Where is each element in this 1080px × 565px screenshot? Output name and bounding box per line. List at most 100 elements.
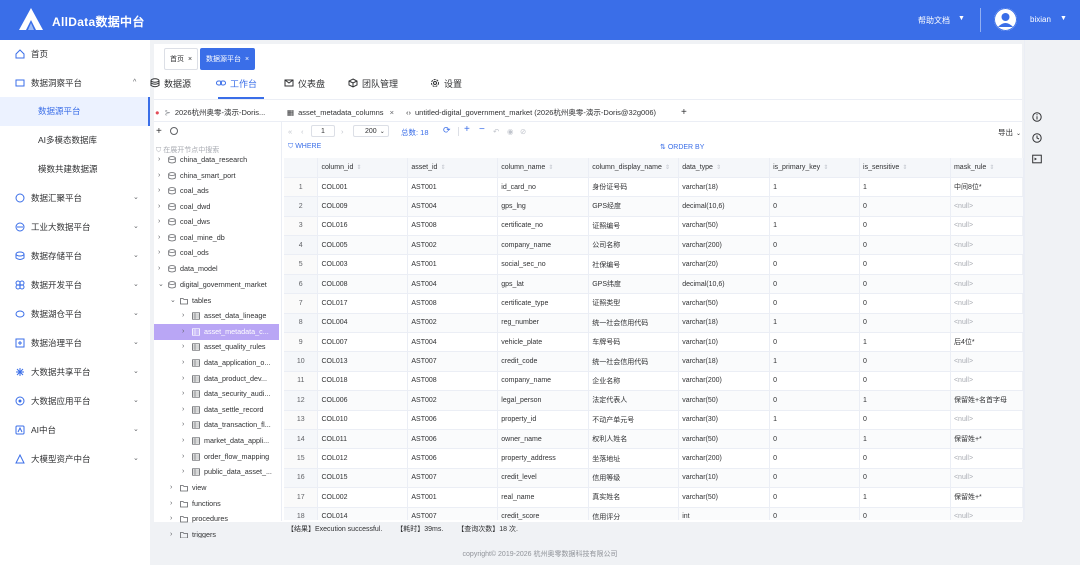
page-input[interactable]: 1 bbox=[311, 125, 335, 137]
table-cell[interactable]: property_address bbox=[497, 448, 590, 469]
table-cell[interactable]: 1 bbox=[769, 351, 861, 372]
table-cell[interactable]: varchar(10) bbox=[678, 468, 771, 489]
sidebar-item-ai[interactable]: AI中台 ⌄ bbox=[0, 416, 150, 444]
table-cell[interactable]: 0 bbox=[769, 293, 861, 314]
table-cell[interactable]: varchar(200) bbox=[678, 448, 771, 469]
sort-icon[interactable]: ⇕ bbox=[902, 165, 907, 171]
chevron-right-icon[interactable]: › bbox=[158, 183, 160, 199]
chevron-right-icon[interactable]: › bbox=[182, 339, 184, 355]
table-cell[interactable]: varchar(50) bbox=[678, 216, 771, 237]
table-cell[interactable]: 0 bbox=[859, 507, 951, 520]
column-header[interactable]: column_name ⇕ bbox=[497, 158, 590, 178]
delete-row-icon[interactable]: − bbox=[479, 124, 485, 135]
table-cell[interactable]: COL013 bbox=[317, 351, 409, 372]
table-cell[interactable]: AST008 bbox=[407, 371, 499, 392]
table-cell[interactable]: <null> bbox=[950, 410, 1024, 430]
chevron-right-icon[interactable]: › bbox=[182, 449, 184, 465]
table-cell[interactable]: AST001 bbox=[407, 177, 499, 198]
column-header[interactable]: mask_rule ⇕ bbox=[950, 158, 1024, 178]
tree-node[interactable]: › view bbox=[154, 480, 279, 496]
table-cell[interactable]: AST008 bbox=[407, 293, 499, 314]
editor-tab-table[interactable]: ▦ asset_metadata_columns × bbox=[287, 104, 394, 122]
tree-node[interactable]: › data_transaction_fl... bbox=[154, 417, 279, 433]
avatar[interactable] bbox=[994, 8, 1017, 31]
add-tab-button[interactable]: + bbox=[681, 104, 687, 122]
table-cell[interactable]: COL017 bbox=[317, 293, 409, 314]
table-cell[interactable]: 0 bbox=[859, 448, 951, 469]
page-tab-datasource[interactable]: 数据源平台 × bbox=[200, 48, 256, 70]
sidebar-item-home[interactable]: 首页 bbox=[0, 40, 150, 68]
table-cell[interactable]: certificate_no bbox=[497, 216, 590, 237]
prev-page-icon[interactable]: ‹ bbox=[301, 127, 304, 136]
table-cell[interactable]: <null> bbox=[950, 216, 1024, 237]
table-cell[interactable]: 不动产单元号 bbox=[588, 410, 680, 430]
table-cell[interactable]: 证照类型 bbox=[588, 293, 680, 314]
table-cell[interactable]: AST008 bbox=[407, 216, 499, 237]
table-row[interactable]: 3 COL016 AST008 certificate_no 证照编号 varchar(5… bbox=[284, 216, 1024, 237]
chevron-right-icon[interactable]: › bbox=[158, 261, 160, 277]
table-cell[interactable]: 车牌号码 bbox=[588, 332, 680, 353]
undo-icon[interactable]: ↶ bbox=[493, 127, 499, 136]
table-cell[interactable]: credit_score bbox=[497, 507, 590, 520]
table-row[interactable]: 1 COL001 AST001 id_card_no 身份证号码 varchar(18) 1… bbox=[284, 177, 1024, 198]
where-filter[interactable]: ⛉ WHERE bbox=[288, 143, 321, 151]
tab-datasource[interactable]: 数据源 bbox=[150, 77, 202, 97]
table-cell[interactable]: 0 bbox=[859, 216, 951, 237]
table-cell[interactable]: owner_name bbox=[497, 429, 590, 450]
table-cell[interactable]: AST006 bbox=[407, 410, 499, 430]
table-cell[interactable]: 企业名称 bbox=[588, 371, 680, 392]
table-row[interactable]: 9 COL007 AST004 vehicle_plate 车牌号码 varchar(10… bbox=[284, 332, 1024, 353]
chevron-right-icon[interactable]: › bbox=[182, 308, 184, 324]
table-cell[interactable]: 0 bbox=[859, 410, 951, 430]
table-row[interactable]: 18 COL014 AST007 credit_score 信用评分 int 0 0 <null… bbox=[284, 507, 1024, 520]
table-cell[interactable]: GPS纬度 bbox=[588, 274, 680, 295]
table-cell[interactable]: AST002 bbox=[407, 390, 499, 411]
table-cell[interactable]: varchar(10) bbox=[678, 332, 771, 353]
chevron-right-icon[interactable]: › bbox=[158, 168, 160, 184]
add-row-icon[interactable]: + bbox=[464, 124, 470, 135]
table-cell[interactable]: <null> bbox=[950, 371, 1024, 392]
table-cell[interactable]: varchar(30) bbox=[678, 410, 771, 430]
table-cell[interactable]: AST004 bbox=[407, 274, 499, 295]
table-cell[interactable]: COL009 bbox=[317, 196, 409, 217]
export-button[interactable]: 导出 ⌄ bbox=[998, 127, 1021, 138]
table-row[interactable]: 5 COL003 AST001 social_sec_no 社保编号 varchar(20… bbox=[284, 254, 1024, 275]
tree-node[interactable]: › asset_data_lineage bbox=[154, 308, 279, 324]
help-docs-menu[interactable]: 帮助文档 bbox=[918, 15, 950, 26]
sidebar-item-dev[interactable]: 数据开发平台 ⌄ bbox=[0, 271, 150, 299]
tree-node[interactable]: › data_model bbox=[154, 261, 279, 277]
table-cell[interactable]: 保留姓+名首字母 bbox=[950, 390, 1024, 411]
table-cell[interactable]: varchar(50) bbox=[678, 429, 771, 450]
table-cell[interactable]: COL004 bbox=[317, 313, 409, 334]
tab-settings[interactable]: 设置 bbox=[430, 77, 482, 97]
table-cell[interactable]: company_name bbox=[497, 235, 590, 256]
table-cell[interactable]: 0 bbox=[859, 293, 951, 314]
tree-node[interactable]: › data_application_o... bbox=[154, 355, 279, 371]
table-cell[interactable]: varchar(18) bbox=[678, 313, 771, 334]
table-cell[interactable]: varchar(20) bbox=[678, 254, 771, 275]
table-row[interactable]: 15 COL012 AST006 property_address 坐落地址 varcha… bbox=[284, 448, 1024, 469]
tree-node[interactable]: › china_data_research bbox=[154, 156, 279, 168]
table-cell[interactable]: company_name bbox=[497, 371, 590, 392]
sidebar-item-industry[interactable]: 工业大数据平台 ⌄ bbox=[0, 213, 150, 241]
table-row[interactable]: 11 COL018 AST008 company_name 企业名称 varchar(20… bbox=[284, 371, 1024, 392]
table-row[interactable]: 2 COL009 AST004 gps_lng GPS经度 decimal(10,6) 0 0… bbox=[284, 196, 1024, 217]
table-cell[interactable]: 1 bbox=[859, 390, 951, 411]
table-cell[interactable]: property_id bbox=[497, 410, 590, 430]
table-cell[interactable]: 1 bbox=[769, 177, 861, 198]
table-cell[interactable]: COL010 bbox=[317, 410, 409, 430]
caret-down-icon[interactable]: ▼ bbox=[1060, 15, 1067, 22]
table-cell[interactable]: varchar(200) bbox=[678, 371, 771, 392]
table-cell[interactable]: <null> bbox=[950, 313, 1024, 334]
chevron-right-icon[interactable]: › bbox=[158, 214, 160, 230]
column-header[interactable]: column_display_name ⇕ bbox=[588, 158, 680, 178]
table-cell[interactable]: social_sec_no bbox=[497, 254, 590, 275]
table-cell[interactable]: varchar(18) bbox=[678, 351, 771, 372]
sort-icon[interactable]: ⇕ bbox=[989, 165, 994, 171]
table-cell[interactable]: AST006 bbox=[407, 448, 499, 469]
tree-node[interactable]: › coal_dwd bbox=[154, 199, 279, 215]
caret-down-icon[interactable]: ▼ bbox=[958, 15, 965, 22]
table-cell[interactable]: 0 bbox=[769, 390, 861, 411]
table-cell[interactable]: COL005 bbox=[317, 235, 409, 256]
table-cell[interactable]: credit_code bbox=[497, 351, 590, 372]
